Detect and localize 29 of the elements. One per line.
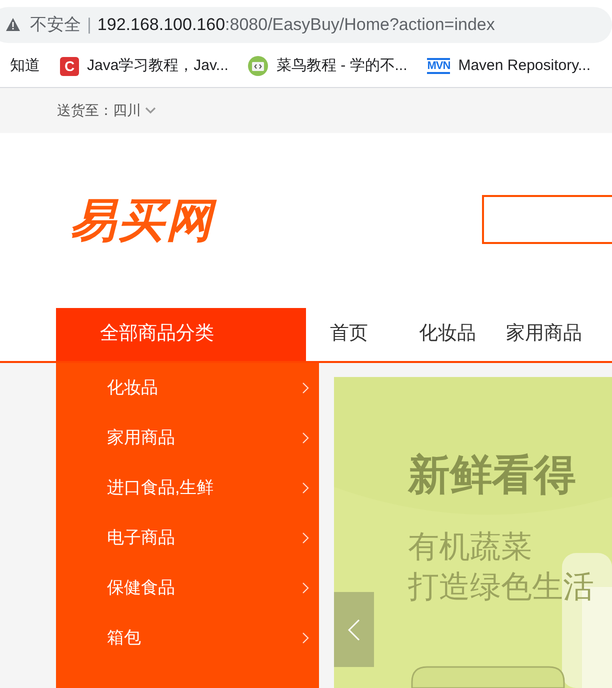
banner-text: 打造绿色生活: [408, 568, 594, 606]
bookmark-logo-icon: C: [60, 56, 79, 76]
region-selector[interactable]: 四川: [113, 100, 141, 121]
nav-link[interactable]: 首页: [330, 320, 368, 349]
chevron-left-icon: [348, 618, 360, 640]
url-text: 192.168.100.160:8080/EasyBuy/Home?action=index: [97, 14, 495, 36]
chevron-right-icon: [302, 532, 309, 544]
code-window-icon: [248, 56, 268, 76]
chevron-right-icon: [302, 632, 309, 644]
chevron-right-icon: [302, 482, 309, 494]
security-label: 不安全: [30, 14, 81, 36]
nav-link[interactable]: 化妆品: [419, 320, 476, 349]
nav-link[interactable]: 家用商品: [506, 320, 582, 349]
address-bar[interactable]: 不安全 | 192.168.100.160:8080/EasyBuy/Home?action=index: [0, 6, 612, 42]
banner-text: 有机蔬菜: [408, 528, 533, 566]
category-header[interactable]: 全部商品分类: [56, 308, 306, 361]
warning-icon: [6, 18, 20, 31]
bookmark-item[interactable]: C Java学习教程，Jav...: [60, 54, 228, 78]
deliver-label: 送货至：: [57, 101, 113, 120]
chevron-right-icon: [302, 382, 309, 394]
separator-text: |: [87, 14, 92, 36]
search-field[interactable]: [482, 195, 612, 244]
banner-headline: 新鲜看得: [408, 450, 577, 500]
chevron-right-icon: [302, 432, 309, 444]
bookmark-item[interactable]: MVN Maven Repository...: [427, 54, 590, 78]
chevron-right-icon: [302, 582, 309, 594]
chevron-down-icon[interactable]: [145, 107, 156, 114]
bookmark-item[interactable]: 菜鸟教程 - 学的不...: [248, 54, 408, 78]
bookmark-item[interactable]: 知道: [10, 54, 40, 78]
